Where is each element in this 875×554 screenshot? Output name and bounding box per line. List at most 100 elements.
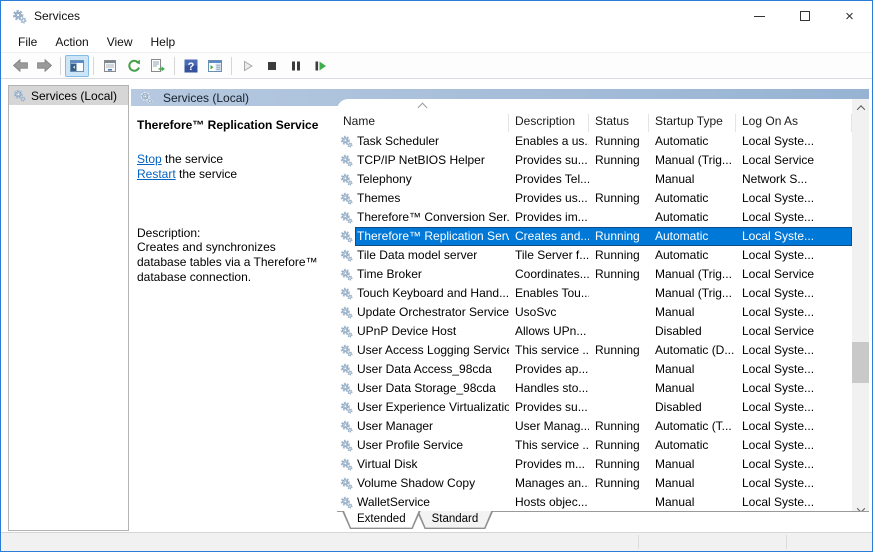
cell-description: Provides su... <box>509 398 589 417</box>
vertical-scrollbar[interactable] <box>852 99 869 518</box>
table-row[interactable]: Touch Keyboard and Hand... Enables Tou..… <box>337 284 852 303</box>
sidebar-item-label: Services (Local) <box>31 89 117 103</box>
service-gear-icon <box>337 455 355 474</box>
forward-button[interactable] <box>32 55 56 77</box>
tab-extended[interactable]: Extended <box>342 511 421 529</box>
start-service-button[interactable] <box>236 55 260 77</box>
table-row[interactable]: User Data Storage_98cda Handles sto... M… <box>337 379 852 398</box>
cell-description: Tile Server f... <box>509 246 589 265</box>
title-bar[interactable]: Services × <box>1 1 872 31</box>
table-row[interactable]: User Manager User Manag... Running Autom… <box>337 417 852 436</box>
menu-view[interactable]: View <box>98 33 142 51</box>
tab-standard[interactable]: Standard <box>417 511 494 529</box>
cell-description: Provides m... <box>509 455 589 474</box>
sidebar-item-services-local[interactable]: Services (Local) <box>9 86 128 105</box>
view-tabs: Extended Standard <box>337 511 869 531</box>
service-gear-icon <box>337 151 355 170</box>
show-console-tree-button[interactable] <box>65 55 89 77</box>
toolbar-separator <box>60 57 61 75</box>
service-gear-icon <box>337 227 355 246</box>
table-row[interactable]: WalletService Hosts objec... Manual Loca… <box>337 493 852 512</box>
cell-description: Provides su... <box>509 151 589 170</box>
cell-startup-type: Manual <box>649 170 736 189</box>
cell-startup-type: Automatic <box>649 436 736 455</box>
cell-log-on-as: Local Syste... <box>736 341 852 360</box>
cell-name: Update Orchestrator Service... <box>355 303 509 322</box>
svg-text:?: ? <box>188 61 195 73</box>
service-actions: Stop the service Restart the service <box>137 152 327 182</box>
service-gear-icon <box>337 436 355 455</box>
column-header-startup-type[interactable]: Startup Type <box>649 114 736 132</box>
table-row[interactable]: Update Orchestrator Service... UsoSvc Ma… <box>337 303 852 322</box>
refresh-button[interactable] <box>122 55 146 77</box>
cell-name: User Data Storage_98cda <box>355 379 509 398</box>
table-row[interactable]: Time Broker Coordinates... Running Manua… <box>337 265 852 284</box>
service-gear-icon <box>337 341 355 360</box>
column-header-name[interactable]: Name <box>337 114 509 132</box>
table-row[interactable]: User Profile Service This service ... Ru… <box>337 436 852 455</box>
table-row[interactable]: Tile Data model server Tile Server f... … <box>337 246 852 265</box>
description-text: Creates and synchronizes database tables… <box>137 240 323 285</box>
table-row[interactable]: Volume Shadow Copy Manages an... Running… <box>337 474 852 493</box>
maximize-button[interactable] <box>782 1 827 31</box>
cell-name: WalletService <box>355 493 509 512</box>
restart-service-button[interactable] <box>308 55 332 77</box>
table-row[interactable]: Telephony Provides Tel... Manual Network… <box>337 170 852 189</box>
cell-description: UsoSvc <box>509 303 589 322</box>
cell-log-on-as: Local Syste... <box>736 303 852 322</box>
cell-log-on-as: Local Syste... <box>736 398 852 417</box>
cell-name: Volume Shadow Copy <box>355 474 509 493</box>
cell-description: Allows UPn... <box>509 322 589 341</box>
menu-help[interactable]: Help <box>142 33 185 51</box>
cell-name: TCP/IP NetBIOS Helper <box>355 151 509 170</box>
table-row[interactable]: UPnP Device Host Allows UPn... Disabled … <box>337 322 852 341</box>
pause-service-button[interactable] <box>284 55 308 77</box>
cell-description: Provides Tel... <box>509 170 589 189</box>
table-row[interactable]: Therefore™ Replication Serv... Creates a… <box>337 227 852 246</box>
column-header-status[interactable]: Status <box>589 114 649 132</box>
scrollbar-thumb[interactable] <box>852 342 869 383</box>
table-row[interactable]: User Data Access_98cda Provides ap... Ma… <box>337 360 852 379</box>
cell-startup-type: Manual <box>649 379 736 398</box>
cell-status: Running <box>589 132 649 151</box>
column-header-description[interactable]: Description <box>509 114 589 132</box>
cell-status <box>589 303 649 322</box>
cell-description: User Manag... <box>509 417 589 436</box>
cell-log-on-as: Local Syste... <box>736 132 852 151</box>
services-list-panel: Name Description Status Startup Type Log… <box>337 99 869 518</box>
menu-file[interactable]: File <box>9 33 46 51</box>
properties-button[interactable] <box>98 55 122 77</box>
minimize-button[interactable] <box>737 1 782 31</box>
service-gear-icon <box>337 132 355 151</box>
cell-name: Therefore™ Replication Serv... <box>355 227 509 246</box>
column-header-log-on-as[interactable]: Log On As <box>736 114 852 132</box>
service-rows: Task Scheduler Enables a us... Running A… <box>337 132 852 518</box>
cell-status: Running <box>589 151 649 170</box>
scroll-up-button[interactable] <box>852 99 869 116</box>
service-action-link[interactable]: Restart <box>137 167 176 181</box>
export-list-button[interactable] <box>146 55 170 77</box>
cell-status <box>589 360 649 379</box>
stop-service-button[interactable] <box>260 55 284 77</box>
cell-name: User Experience Virtualizatio... <box>355 398 509 417</box>
table-row[interactable]: Virtual Disk Provides m... Running Manua… <box>337 455 852 474</box>
service-gear-icon <box>337 493 355 512</box>
service-action-link[interactable]: Stop <box>137 152 162 166</box>
cell-startup-type: Disabled <box>649 398 736 417</box>
cell-startup-type: Automatic <box>649 132 736 151</box>
table-row[interactable]: Themes Provides us... Running Automatic … <box>337 189 852 208</box>
close-button[interactable]: × <box>827 1 872 31</box>
cell-startup-type: Manual (Trig... <box>649 284 736 303</box>
menu-action[interactable]: Action <box>46 33 97 51</box>
help-button[interactable]: ? <box>179 55 203 77</box>
cell-status: Running <box>589 189 649 208</box>
table-row[interactable]: User Experience Virtualizatio... Provide… <box>337 398 852 417</box>
cell-startup-type: Automatic <box>649 227 736 246</box>
table-row[interactable]: TCP/IP NetBIOS Helper Provides su... Run… <box>337 151 852 170</box>
table-row[interactable]: User Access Logging Service This service… <box>337 341 852 360</box>
back-button[interactable] <box>8 55 32 77</box>
table-row[interactable]: Therefore™ Conversion Ser... Provides im… <box>337 208 852 227</box>
cell-startup-type: Manual <box>649 360 736 379</box>
table-row[interactable]: Task Scheduler Enables a us... Running A… <box>337 132 852 151</box>
show-action-pane-button[interactable] <box>203 55 227 77</box>
